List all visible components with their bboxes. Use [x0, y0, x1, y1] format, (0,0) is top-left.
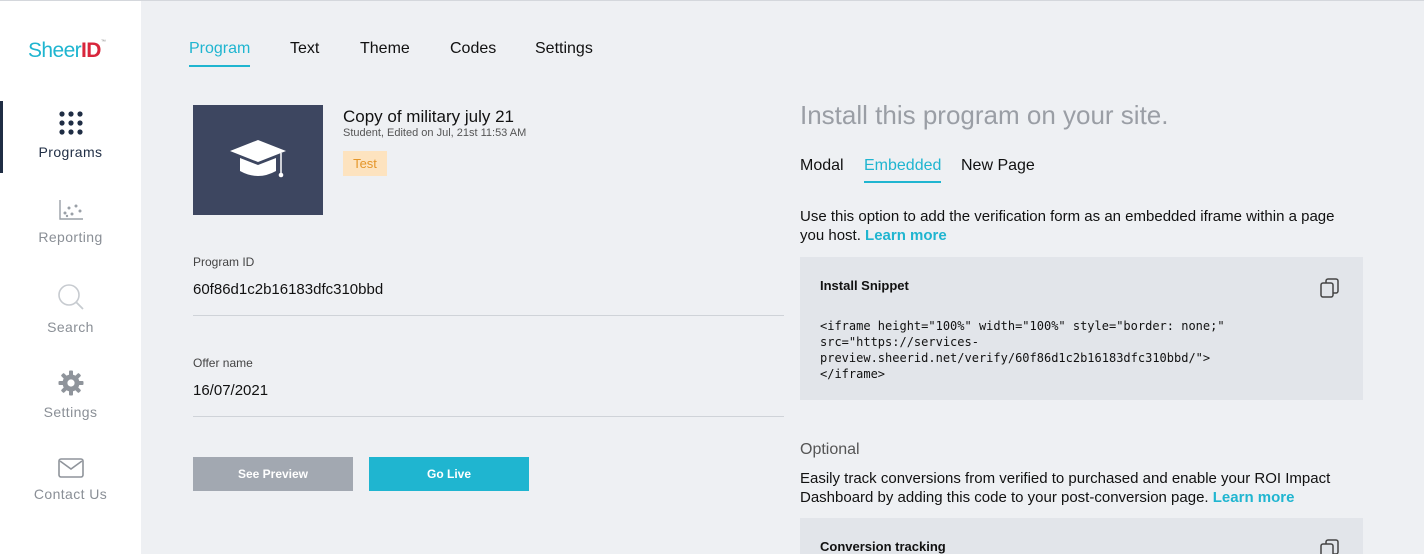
sidebar-item-label: Contact Us: [33, 486, 108, 502]
install-tab-modal[interactable]: Modal: [800, 157, 844, 175]
sidebar: SheerID™ Programs Reporting Search Setti…: [0, 1, 141, 554]
program-title: Copy of military july 21: [343, 107, 515, 126]
sidebar-item-programs[interactable]: Programs: [0, 110, 141, 160]
see-preview-button[interactable]: See Preview: [193, 457, 353, 491]
program-id-label: Program ID: [193, 255, 255, 269]
conversion-tracking-title: Conversion tracking: [820, 539, 946, 554]
tab-theme[interactable]: Theme: [360, 40, 410, 58]
embedded-description: Use this option to add the verification …: [800, 207, 1360, 245]
copy-icon[interactable]: [1319, 277, 1341, 299]
conversion-tracking-box: Conversion tracking: [800, 518, 1363, 554]
tab-text[interactable]: Text: [290, 40, 319, 58]
divider: [193, 315, 784, 316]
logo-tm: ™: [100, 39, 106, 45]
sidebar-item-settings[interactable]: Settings: [0, 370, 141, 420]
install-tab-new-page[interactable]: New Page: [961, 157, 1035, 175]
install-title: Install this program on your site.: [800, 100, 1169, 130]
program-thumbnail: [193, 105, 323, 215]
sidebar-item-label: Settings: [43, 404, 98, 420]
sheerid-logo[interactable]: SheerID™: [28, 39, 106, 63]
sidebar-item-contact-us[interactable]: Contact Us: [0, 458, 141, 502]
gear-icon: [58, 370, 83, 396]
optional-description: Easily track conversions from verified t…: [800, 469, 1360, 507]
optional-heading: Optional: [800, 441, 860, 458]
sidebar-item-label: Programs: [38, 144, 103, 160]
install-tab-embedded[interactable]: Embedded: [864, 157, 941, 175]
divider: [193, 416, 784, 417]
program-subtitle: Student, Edited on Jul, 21st 11:53 AM: [343, 127, 527, 139]
install-tab-underline: [864, 181, 941, 183]
tab-settings[interactable]: Settings: [535, 40, 593, 58]
logo-sheer-text: Sheer: [28, 39, 82, 62]
sidebar-item-search[interactable]: Search: [0, 283, 141, 335]
program-id-value: 60f86d1c2b16183dfc310bbd: [193, 281, 384, 298]
envelope-icon: [57, 458, 84, 478]
snippet-title: Install Snippet: [820, 278, 909, 293]
install-snippet-box: Install Snippet <iframe height="100%" wi…: [800, 257, 1363, 400]
offer-name-value: 16/07/2021: [193, 382, 269, 399]
learn-more-link[interactable]: Learn more: [1213, 489, 1295, 506]
go-live-button[interactable]: Go Live: [369, 457, 529, 491]
top-border: [0, 0, 1424, 1]
tab-program[interactable]: Program: [189, 40, 250, 58]
status-badge: Test: [343, 151, 387, 176]
copy-icon[interactable]: [1319, 538, 1341, 554]
sidebar-item-reporting[interactable]: Reporting: [0, 199, 141, 245]
scatter-chart-icon: [58, 200, 83, 220]
learn-more-link[interactable]: Learn more: [865, 227, 947, 244]
snippet-code[interactable]: <iframe height="100%" width="100%" style…: [820, 318, 1340, 382]
search-icon: [57, 284, 84, 310]
logo-id-text: ID: [81, 39, 101, 62]
grid-dots-icon: [58, 111, 83, 135]
sidebar-item-label: Search: [47, 319, 94, 335]
graduation-cap-icon: [230, 140, 286, 178]
tab-codes[interactable]: Codes: [450, 40, 496, 58]
active-tab-underline: [189, 65, 250, 67]
offer-name-label: Offer name: [193, 356, 253, 370]
sidebar-item-label: Reporting: [38, 229, 103, 245]
